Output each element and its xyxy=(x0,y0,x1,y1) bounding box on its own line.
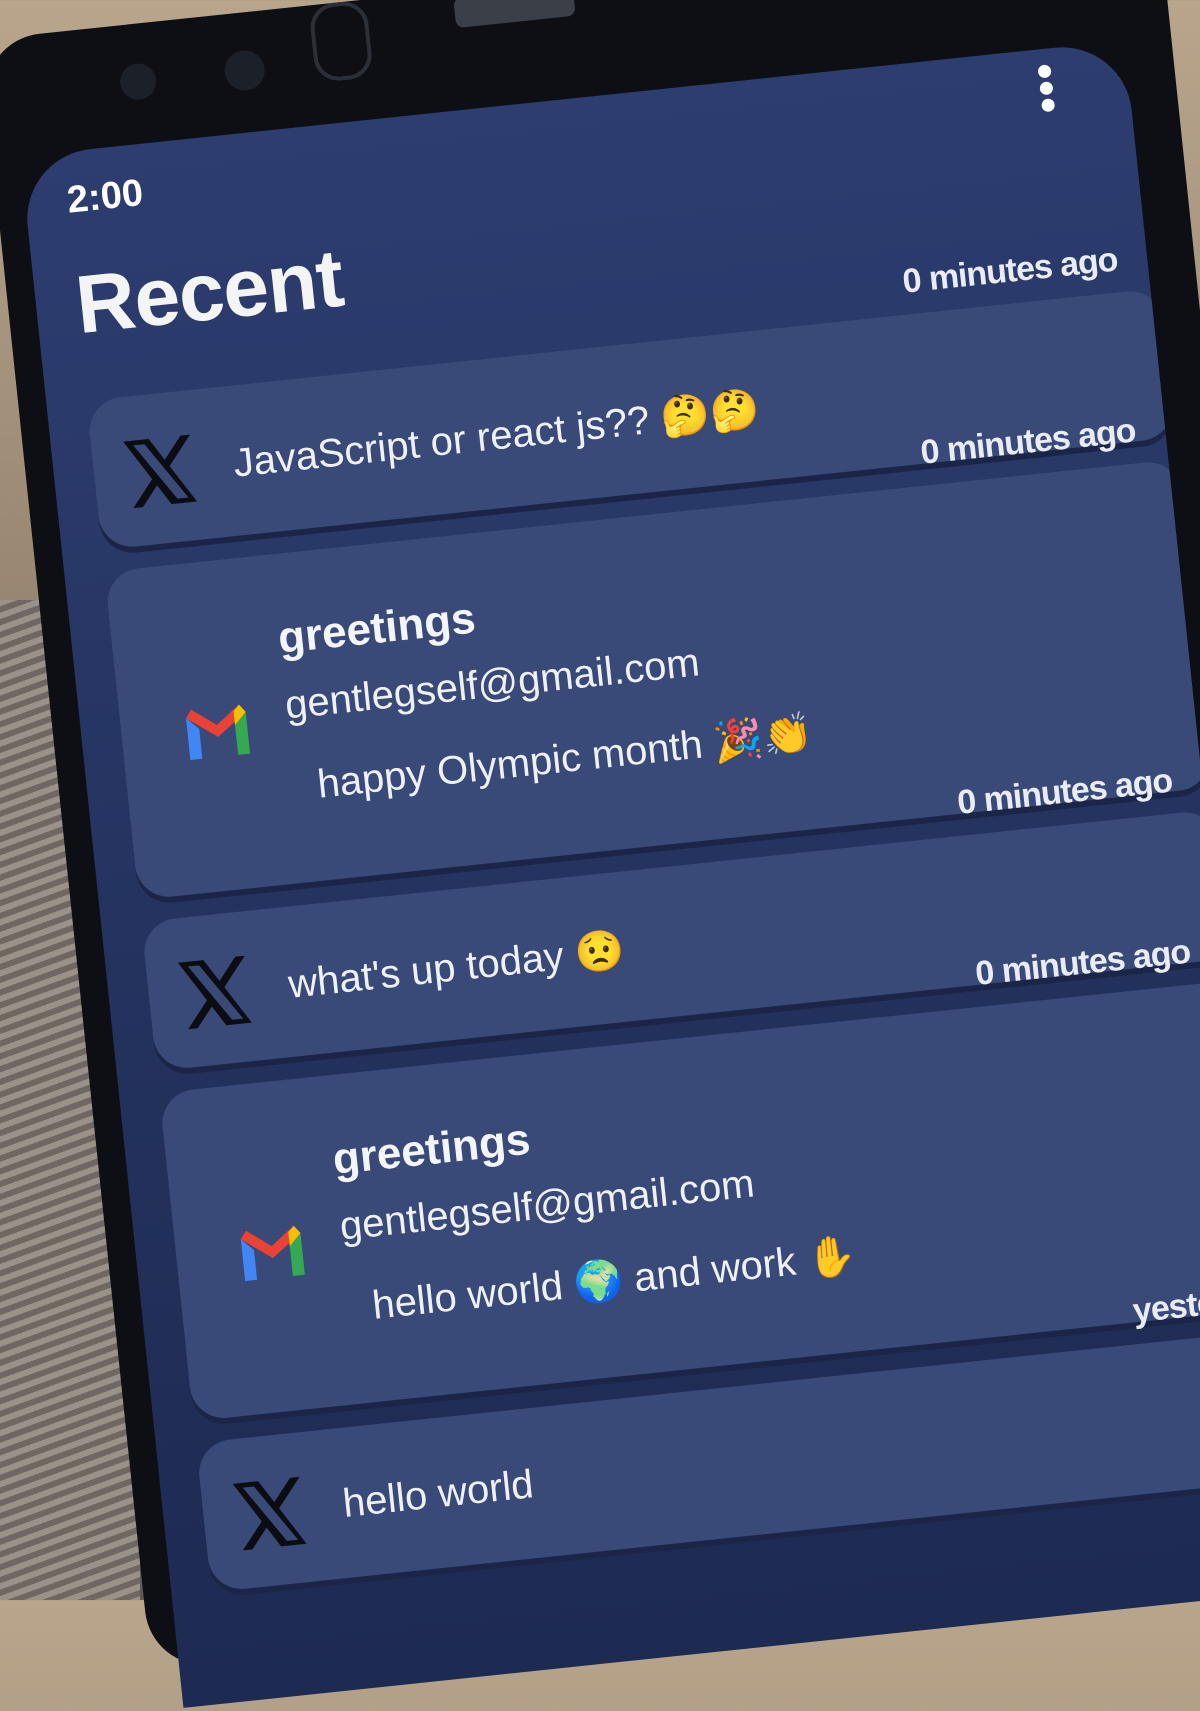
mail-subject: greetings xyxy=(330,1114,533,1185)
notification-text: hello world xyxy=(340,1462,536,1526)
status-time: 2:00 xyxy=(65,171,146,222)
x-app-icon xyxy=(177,955,252,1030)
notification-list: 0 minutes ago JavaScript or react js?? 🤔… xyxy=(86,240,1200,1614)
mail-preview: happy Olympic month 🎉👏 xyxy=(315,710,815,807)
earpiece-speaker xyxy=(453,0,576,29)
notification-time: 0 minutes ago xyxy=(900,240,1120,301)
mail-preview: hello world 🌍 and work ✋ xyxy=(370,1233,859,1328)
notification-text: what's up today 😟 xyxy=(286,927,627,1007)
phone-frame: 2:00 ◢▮ Recent 0 minutes ago JavaScript … xyxy=(0,0,1200,1708)
sensor-pill xyxy=(308,0,375,84)
notification-text: JavaScript or react js?? 🤔🤔 xyxy=(231,386,762,486)
gmail-app-icon xyxy=(186,704,251,760)
x-app-icon xyxy=(123,434,198,509)
camera-lens xyxy=(222,48,267,93)
gmail-app-icon xyxy=(240,1225,305,1282)
overflow-menu-icon[interactable] xyxy=(1037,64,1056,113)
camera-lens xyxy=(118,61,159,102)
x-app-icon xyxy=(232,1476,307,1551)
phone-screen: 2:00 ◢▮ Recent 0 minutes ago JavaScript … xyxy=(20,40,1200,1708)
mail-subject: greetings xyxy=(275,593,478,663)
page-title: Recent xyxy=(71,232,348,352)
